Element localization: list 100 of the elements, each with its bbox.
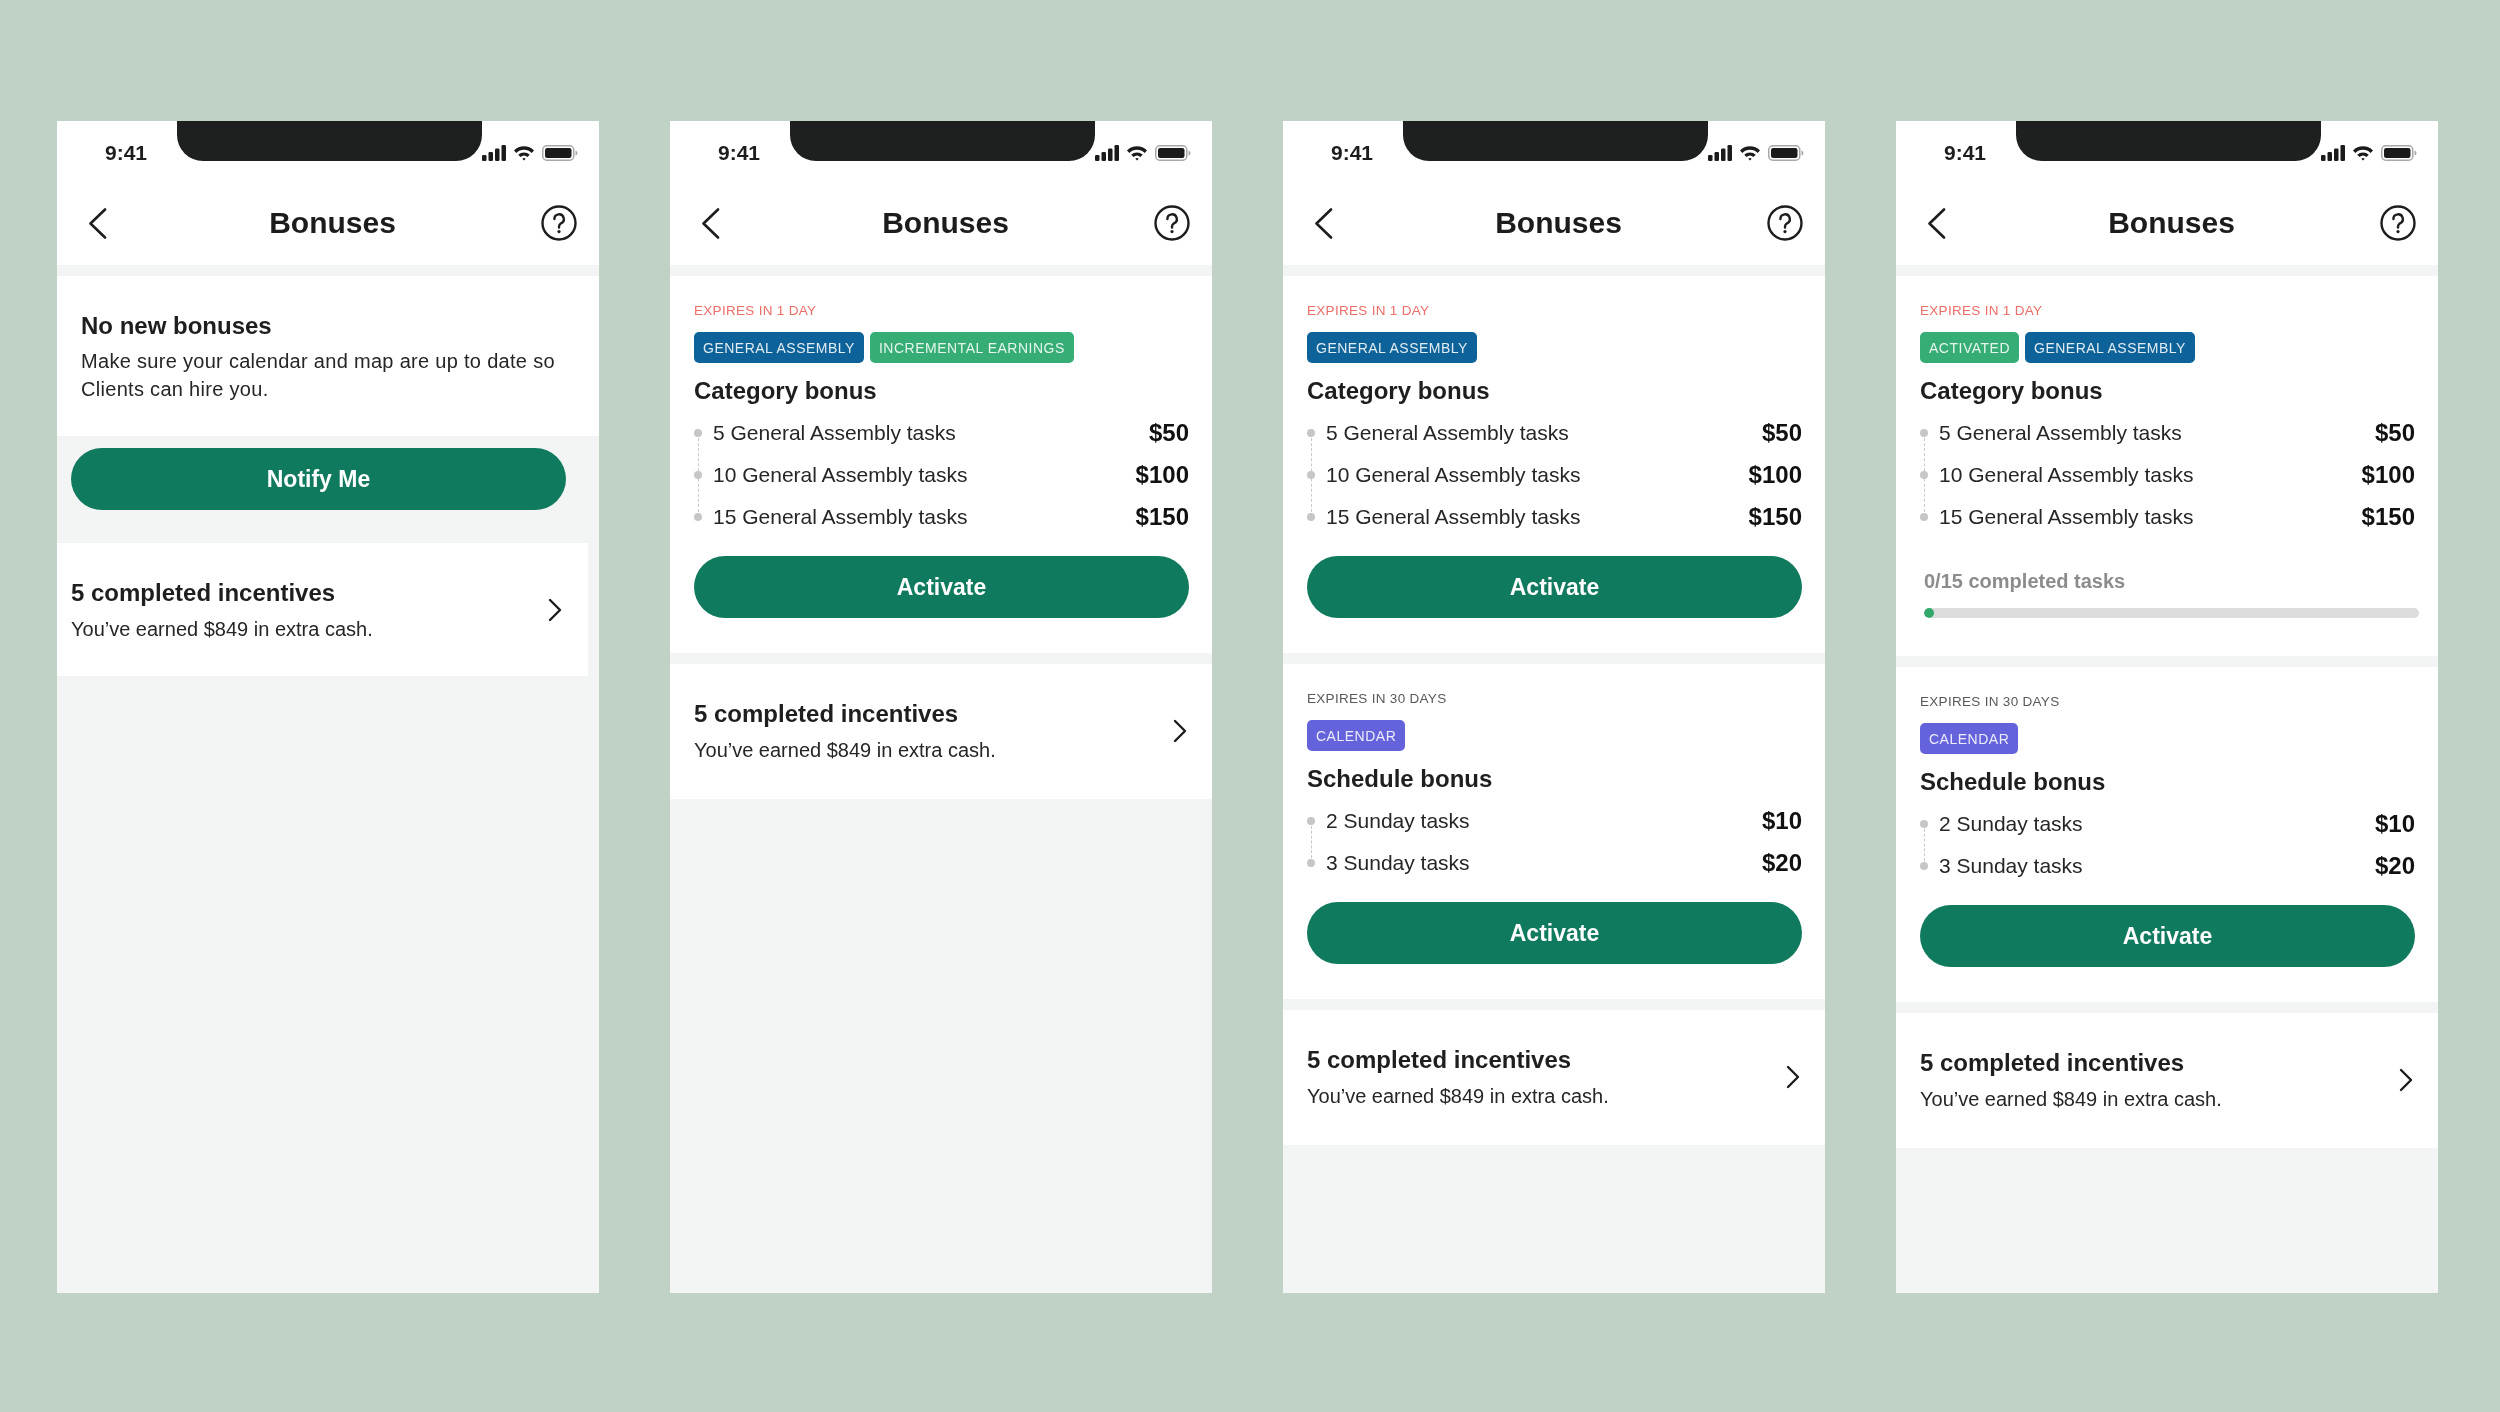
tier-label: 3 Sunday tasks bbox=[1939, 853, 2083, 879]
tier-amount: $150 bbox=[1748, 503, 1802, 531]
battery-icon bbox=[2381, 145, 2417, 161]
incentives-card[interactable]: 5 completed incentives You’ve earned $849 in extra cash. bbox=[57, 543, 588, 676]
chevron-right-icon bbox=[548, 598, 562, 622]
tier-label: 5 General Assembly tasks bbox=[1326, 420, 1569, 446]
tier-amount: $50 bbox=[1148, 419, 1189, 447]
battery-icon bbox=[1155, 145, 1191, 161]
incentives-card[interactable]: 5 completed incentives You’ve earned $849 in extra cash. bbox=[1896, 1013, 2438, 1148]
category-tag: INCREMENTAL EARNINGS bbox=[869, 332, 1074, 363]
tier-label: 15 General Assembly tasks bbox=[713, 504, 968, 530]
timeline-dot-icon bbox=[1920, 429, 1928, 437]
tier-amount: $100 bbox=[1135, 461, 1189, 489]
activate-button[interactable]: Activate bbox=[1920, 905, 2415, 967]
empty-state-message: Make sure your calendar and map are up to date so Clients can hire you. bbox=[81, 349, 556, 402]
tier-amount: $20 bbox=[1761, 849, 1802, 877]
incentives-title: 5 completed incentives bbox=[71, 578, 337, 608]
status-time: 9:41 bbox=[105, 141, 148, 165]
help-icon[interactable] bbox=[1767, 205, 1803, 241]
category-tag: CALENDAR bbox=[1920, 723, 2019, 754]
timeline-dot-icon bbox=[694, 429, 702, 437]
wifi-icon bbox=[513, 145, 535, 161]
category-tag: CALENDAR bbox=[1307, 720, 1406, 751]
battery-icon bbox=[1768, 145, 1804, 161]
signal-icon bbox=[1095, 145, 1119, 161]
timeline-dot-icon bbox=[1920, 513, 1928, 521]
tier-amount: $10 bbox=[2374, 810, 2415, 838]
expiry-label: EXPIRES IN 30 DAYS bbox=[1307, 690, 1448, 708]
back-icon[interactable] bbox=[1314, 207, 1333, 239]
tier-amount: $100 bbox=[1748, 461, 1802, 489]
signal-icon bbox=[1708, 145, 1732, 161]
page-title: Bonuses bbox=[2108, 205, 2235, 241]
tier-label: 15 General Assembly tasks bbox=[1939, 504, 2194, 530]
expiry-label: EXPIRES IN 1 DAY bbox=[694, 302, 818, 320]
help-icon[interactable] bbox=[2380, 205, 2416, 241]
tier-label: 2 Sunday tasks bbox=[1326, 808, 1470, 834]
activate-button[interactable]: Activate bbox=[694, 556, 1189, 618]
tier-amount: $150 bbox=[1135, 503, 1189, 531]
chevron-right-icon bbox=[2399, 1068, 2413, 1092]
timeline-dot-icon bbox=[1920, 862, 1928, 870]
tier-label: 10 General Assembly tasks bbox=[713, 462, 968, 488]
activate-button[interactable]: Activate bbox=[1307, 556, 1802, 618]
timeline-dot-icon bbox=[1307, 429, 1315, 437]
incentives-card[interactable]: 5 completed incentives You’ve earned $849 in extra cash. bbox=[1283, 1010, 1825, 1145]
incentives-card[interactable]: 5 completed incentives You’ve earned $849 in extra cash. bbox=[670, 664, 1212, 799]
tier-label: 5 General Assembly tasks bbox=[713, 420, 956, 446]
notify-button[interactable]: Notify Me bbox=[71, 448, 566, 510]
tier-label: 15 General Assembly tasks bbox=[1326, 504, 1581, 530]
page-title: Bonuses bbox=[882, 205, 1009, 241]
chevron-right-icon bbox=[1786, 1065, 1800, 1089]
page-title: Bonuses bbox=[1495, 205, 1622, 241]
status-time: 9:41 bbox=[718, 141, 761, 165]
tier-label: 2 Sunday tasks bbox=[1939, 811, 2083, 837]
bonus-title: Schedule bonus bbox=[1307, 764, 1494, 794]
timeline-dot-icon bbox=[694, 513, 702, 521]
tier-amount: $20 bbox=[2374, 852, 2415, 880]
tier-label: 10 General Assembly tasks bbox=[1939, 462, 2194, 488]
chevron-right-icon bbox=[1173, 719, 1187, 743]
page-title: Bonuses bbox=[269, 205, 396, 241]
progress-label: 0/15 completed tasks bbox=[1924, 569, 2127, 594]
expiry-label: EXPIRES IN 1 DAY bbox=[1307, 302, 1431, 320]
tier-amount: $50 bbox=[2374, 419, 2415, 447]
timeline-dot-icon bbox=[1307, 817, 1315, 825]
incentives-subtitle: You’ve earned $849 in extra cash. bbox=[694, 738, 996, 763]
back-icon[interactable] bbox=[1927, 207, 1946, 239]
category-tag: GENERAL ASSEMBLY bbox=[1307, 332, 1477, 363]
incentives-subtitle: You’ve earned $849 in extra cash. bbox=[71, 617, 373, 642]
wifi-icon bbox=[1126, 145, 1148, 161]
expiry-label: EXPIRES IN 1 DAY bbox=[1920, 302, 2044, 320]
activate-button[interactable]: Activate bbox=[1307, 902, 1802, 964]
category-tag: GENERAL ASSEMBLY bbox=[694, 332, 864, 363]
incentives-subtitle: You’ve earned $849 in extra cash. bbox=[1307, 1084, 1609, 1109]
expiry-label: EXPIRES IN 30 DAYS bbox=[1920, 693, 2061, 711]
bonus-title: Category bonus bbox=[694, 376, 878, 406]
wifi-icon bbox=[2352, 145, 2374, 161]
category-tag: ACTIVATED bbox=[1920, 332, 2019, 363]
signal-icon bbox=[2321, 145, 2345, 161]
back-icon[interactable] bbox=[701, 207, 720, 239]
signal-icon bbox=[482, 145, 506, 161]
timeline-dot-icon bbox=[1920, 820, 1928, 828]
incentives-title: 5 completed incentives bbox=[1920, 1048, 2186, 1078]
bonus-title: Category bonus bbox=[1920, 376, 2104, 406]
tier-amount: $10 bbox=[1761, 807, 1802, 835]
back-icon[interactable] bbox=[88, 207, 107, 239]
bonus-title: Schedule bonus bbox=[1920, 767, 2107, 797]
tier-label: 3 Sunday tasks bbox=[1326, 850, 1470, 876]
tier-amount: $150 bbox=[2361, 503, 2415, 531]
empty-state-title: No new bonuses bbox=[81, 311, 273, 341]
category-tag: GENERAL ASSEMBLY bbox=[2025, 332, 2195, 363]
tier-amount: $100 bbox=[2361, 461, 2415, 489]
status-time: 9:41 bbox=[1331, 141, 1374, 165]
wifi-icon bbox=[1739, 145, 1761, 161]
timeline-dot-icon bbox=[1920, 471, 1928, 479]
incentives-title: 5 completed incentives bbox=[1307, 1045, 1573, 1075]
timeline-dot-icon bbox=[694, 471, 702, 479]
tier-label: 5 General Assembly tasks bbox=[1939, 420, 2182, 446]
tier-label: 10 General Assembly tasks bbox=[1326, 462, 1581, 488]
help-icon[interactable] bbox=[541, 205, 577, 241]
help-icon[interactable] bbox=[1154, 205, 1190, 241]
status-time: 9:41 bbox=[1944, 141, 1987, 165]
